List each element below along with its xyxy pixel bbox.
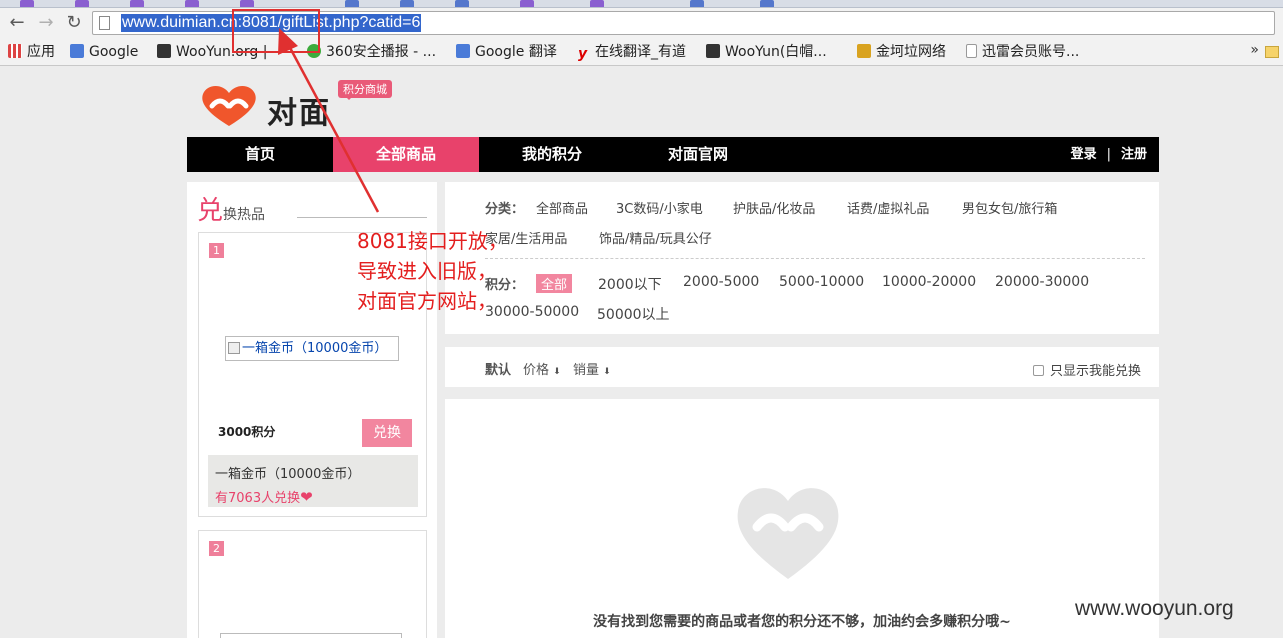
register-link[interactable]: 注册 [1121, 147, 1147, 162]
category-filter[interactable]: 话费/虚拟礼品 [847, 198, 929, 217]
bookmark-wooyun-2[interactable]: WooYun(白帽... [706, 42, 827, 62]
points-filter[interactable]: 20000-30000 [995, 274, 1089, 290]
tab[interactable] [590, 0, 604, 7]
wooyun-icon [157, 44, 171, 58]
nav-official-site[interactable]: 对面官网 [625, 137, 771, 172]
results-panel: 没有找到您需要的商品或者您的积分还不够，加油约会多赚积分哦~ [445, 399, 1159, 638]
bookmark-apps[interactable]: 应用 [8, 42, 55, 62]
points-filter-all[interactable]: 全部 [536, 274, 573, 293]
category-filter[interactable]: 饰品/精品/玩具公仔 [599, 228, 712, 247]
reload-icon[interactable]: ↻ [63, 12, 85, 34]
exchange-count: 有7063人兑换❤ [215, 488, 313, 506]
translate-icon [456, 44, 470, 58]
tab[interactable] [20, 0, 34, 7]
product-points: 3000积分 [218, 425, 276, 439]
category-filter[interactable]: 男包女包/旅行箱 [962, 198, 1057, 217]
site-logo[interactable]: 对面 积分商城 [200, 80, 400, 131]
bookmark-xunlei[interactable]: 迅雷会员账号... [966, 42, 1079, 62]
bookmarks-bar: 应用 Google WooYun.org | 360安全播报 - ... Goo… [0, 38, 1283, 66]
empty-heart-icon [737, 488, 839, 579]
category-label: 分类： [485, 202, 525, 217]
points-filter[interactable]: 50000以上 [597, 304, 670, 324]
more-bookmarks-chevron-icon[interactable]: » [1250, 42, 1259, 58]
hot-product-card: 2 [198, 530, 427, 638]
browser-toolbar: ← → ↻ www.duimian.cn:8081/giftList.php?c… [0, 8, 1283, 38]
rank-badge: 2 [209, 541, 224, 556]
category-filter[interactable]: 护肤品/化妆品 [733, 198, 815, 217]
tab[interactable] [75, 0, 89, 7]
tab[interactable] [185, 0, 199, 7]
exchange-button[interactable]: 兑换 [362, 419, 412, 447]
google-icon [70, 44, 84, 58]
sort-default[interactable]: 默认 [485, 359, 511, 378]
tab[interactable] [520, 0, 534, 7]
sort-sales[interactable]: 销量 ⬇ [573, 359, 611, 378]
points-filter[interactable]: 10000-20000 [882, 274, 976, 290]
category-filter[interactable]: 3C数码/小家电 [616, 198, 703, 217]
checkbox[interactable] [1032, 365, 1044, 376]
points-filter[interactable]: 2000以下 [598, 274, 662, 294]
heart-icon: ❤ [300, 488, 313, 506]
bookmark-google[interactable]: Google [70, 42, 138, 62]
points-filter[interactable]: 5000-10000 [779, 274, 864, 290]
category-filter[interactable]: 全部商品 [536, 198, 588, 217]
tab[interactable] [130, 0, 144, 7]
watermark: www.wooyun.org [1075, 597, 1234, 620]
tab[interactable] [400, 0, 414, 7]
broken-image-icon [228, 342, 240, 354]
apps-grid-icon [8, 44, 22, 58]
points-filter[interactable]: 2000-5000 [683, 274, 759, 290]
tab[interactable] [240, 0, 254, 7]
product-image[interactable]: 一箱金币（10000金币） [225, 336, 399, 361]
filter-panel: 分类： 全部商品 3C数码/小家电 护肤品/化妆品 话费/虚拟礼品 男包女包/旅… [445, 182, 1159, 334]
hot-exchange-title: 兑换热品 [197, 196, 266, 226]
tab[interactable] [345, 0, 359, 7]
product-name[interactable]: 一箱金币（10000金币） [215, 463, 418, 482]
logo-text: 对面 [267, 96, 331, 131]
auth-links: 登录 | 注册 [1071, 137, 1147, 172]
nav-my-points[interactable]: 我的积分 [479, 137, 625, 172]
sort-bar: 默认 价格 ⬇ 销量 ⬇ 只显示我能兑换 [445, 347, 1159, 387]
sort-price[interactable]: 价格 ⬇ [523, 359, 561, 378]
bookmark-youdao[interactable]: y 在线翻译_有道 [578, 42, 686, 62]
main-nav: 首页 全部商品 我的积分 对面官网 登录 | 注册 [187, 137, 1159, 172]
forward-arrow-icon[interactable]: → [35, 12, 57, 34]
rank-badge: 1 [209, 243, 224, 258]
page-icon [966, 44, 977, 58]
sort-down-arrow-icon: ⬇ [553, 367, 561, 377]
bookmark-jinkela[interactable]: 金坷垃网络 [857, 42, 946, 62]
tab[interactable] [690, 0, 704, 7]
page-icon [99, 16, 110, 30]
annotation-highlight-box [232, 9, 320, 53]
tab[interactable] [760, 0, 774, 7]
nav-home[interactable]: 首页 [187, 137, 333, 172]
heart-logo-icon [202, 85, 256, 126]
back-arrow-icon[interactable]: ← [6, 12, 28, 34]
product-image[interactable] [220, 633, 402, 638]
empty-message: 没有找到您需要的商品或者您的积分还不够，加油约会多赚积分哦~ [593, 614, 1011, 630]
auth-separator: | [1106, 147, 1111, 162]
browser-tab-strip [0, 0, 1283, 8]
sort-down-arrow-icon: ⬇ [603, 367, 611, 377]
tab[interactable] [455, 0, 469, 7]
bookmark-360[interactable]: 360安全播报 - ... [307, 42, 436, 62]
annotation-text: 8081接口开放， 导致进入旧版， 对面官方网站， [357, 229, 508, 313]
youdao-icon: y [578, 46, 588, 62]
wooyun-icon [706, 44, 720, 58]
product-info: 一箱金币（10000金币） 有7063人兑换❤ [208, 455, 418, 507]
points-mall-badge: 积分商城 [338, 80, 392, 100]
nav-all-products[interactable]: 全部商品 [333, 137, 479, 172]
jinkela-icon [857, 44, 871, 58]
divider [297, 217, 427, 218]
folder-icon[interactable] [1265, 46, 1279, 58]
bookmark-google-translate[interactable]: Google 翻译 [456, 42, 557, 62]
login-link[interactable]: 登录 [1071, 147, 1097, 162]
only-exchangeable-toggle[interactable]: 只显示我能兑换 [1032, 360, 1141, 379]
divider [485, 258, 1145, 259]
